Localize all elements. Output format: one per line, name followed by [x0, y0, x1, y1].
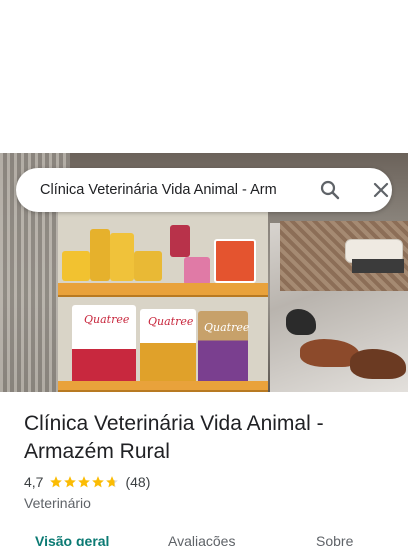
- photo-shelf-board: [58, 381, 268, 392]
- photo-bag-label: Quatree: [148, 315, 194, 328]
- star-icon: [106, 476, 119, 488]
- photo-product: [110, 233, 134, 281]
- star-icon: [64, 476, 77, 488]
- photo-shelf-board: [58, 283, 268, 297]
- tab-overview[interactable]: Visão geral: [35, 532, 109, 546]
- place-category[interactable]: Veterinário: [24, 495, 91, 511]
- rating-row[interactable]: 4,7 (48): [24, 472, 150, 492]
- star-rating: [49, 475, 119, 489]
- photo-product: [170, 225, 190, 257]
- tab-bar: Visão geral Avaliações Sobre: [0, 532, 408, 546]
- search-bar[interactable]: Clínica Veterinária Vida Animal - Arm: [16, 168, 392, 212]
- search-input[interactable]: Clínica Veterinária Vida Animal - Arm: [40, 168, 304, 212]
- star-icon: [92, 476, 105, 488]
- map-blank-area: [0, 0, 408, 153]
- tab-reviews[interactable]: Avaliações: [168, 532, 235, 546]
- photo-product: [134, 251, 162, 281]
- review-count[interactable]: (48): [125, 474, 150, 490]
- photo-product: [184, 257, 210, 285]
- photo-product: [90, 229, 110, 281]
- star-icon: [78, 476, 91, 488]
- rating-value: 4,7: [24, 474, 44, 490]
- photo-product: [62, 251, 90, 281]
- tab-about[interactable]: Sobre: [316, 532, 353, 546]
- photo-product: [214, 239, 256, 283]
- close-icon[interactable]: [369, 178, 393, 202]
- photo-phone-base: [352, 259, 404, 273]
- star-icon: [50, 476, 63, 488]
- photo-bag-label: Quatree: [204, 321, 250, 334]
- place-title: Clínica Veterinária Vida Animal - Armazé…: [24, 412, 324, 463]
- search-icon[interactable]: [318, 178, 342, 202]
- photo-bag-label: Quatree: [84, 313, 130, 326]
